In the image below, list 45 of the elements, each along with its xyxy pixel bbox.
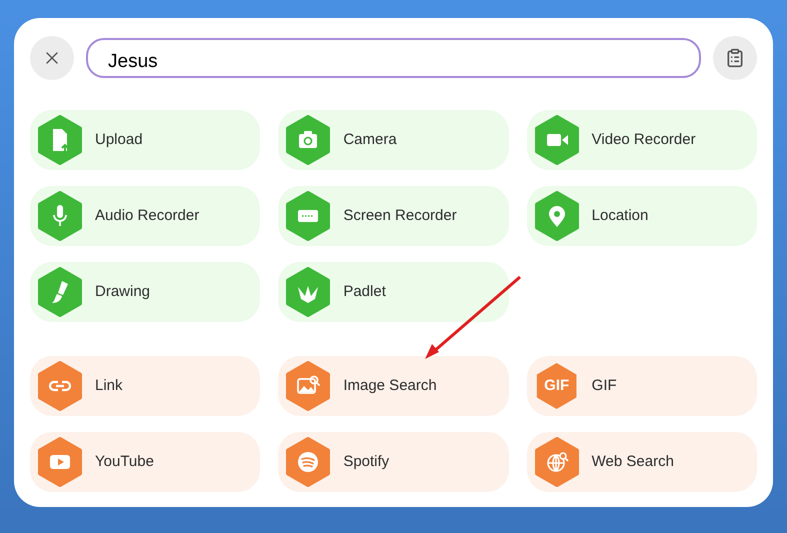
clipboard-button[interactable] [713, 36, 757, 80]
option-label: Image Search [343, 376, 437, 396]
option-tile[interactable]: Web Search [526, 432, 757, 492]
music-stream-icon [286, 437, 330, 487]
microphone-icon [38, 191, 82, 241]
camera-icon [286, 115, 330, 165]
option-tile[interactable]: Padlet [278, 262, 509, 322]
paper-crane-icon [286, 267, 330, 317]
clipboard-icon [725, 48, 745, 68]
option-tile[interactable]: Drawing [30, 262, 260, 322]
option-label: Camera [343, 130, 397, 150]
option-label: Link [95, 376, 123, 396]
option-tile[interactable]: YouTube [30, 432, 260, 492]
video-camera-icon [534, 115, 579, 165]
option-label: Padlet [343, 282, 386, 302]
option-tile[interactable]: Upload [30, 110, 260, 170]
link-icon [38, 361, 82, 411]
option-label: YouTube [95, 452, 154, 472]
option-label: GIF [592, 376, 617, 396]
search-field[interactable]: Jesus [86, 38, 701, 78]
location-pin-icon [534, 191, 579, 241]
option-label: Drawing [95, 282, 150, 302]
option-tile[interactable]: Location [526, 186, 757, 246]
globe-search-icon [534, 437, 579, 487]
option-tile[interactable]: Screen Recorder [278, 186, 509, 246]
video-play-icon [38, 437, 82, 487]
option-tile[interactable]: GIF GIF [526, 356, 757, 416]
image-search-icon [286, 361, 330, 411]
option-label: Location [592, 206, 648, 226]
option-tile[interactable]: Video Recorder [526, 110, 757, 170]
option-label: Video Recorder [592, 130, 696, 150]
paintbrush-icon [38, 267, 82, 317]
option-label: Web Search [592, 452, 674, 472]
option-tile[interactable]: Image Search [278, 356, 509, 416]
option-label: Screen Recorder [343, 206, 457, 226]
option-tile[interactable]: Spotify [278, 432, 509, 492]
option-label: Upload [95, 130, 143, 150]
option-tile[interactable]: Audio Recorder [30, 186, 260, 246]
option-tile[interactable]: Link [30, 356, 260, 416]
option-tile[interactable]: Camera [278, 110, 509, 170]
gif-badge: GIF [534, 361, 579, 411]
option-label: Spotify [343, 452, 390, 472]
screen-record-icon [286, 191, 330, 241]
file-upload-icon [38, 115, 82, 165]
option-label: Audio Recorder [95, 206, 200, 226]
